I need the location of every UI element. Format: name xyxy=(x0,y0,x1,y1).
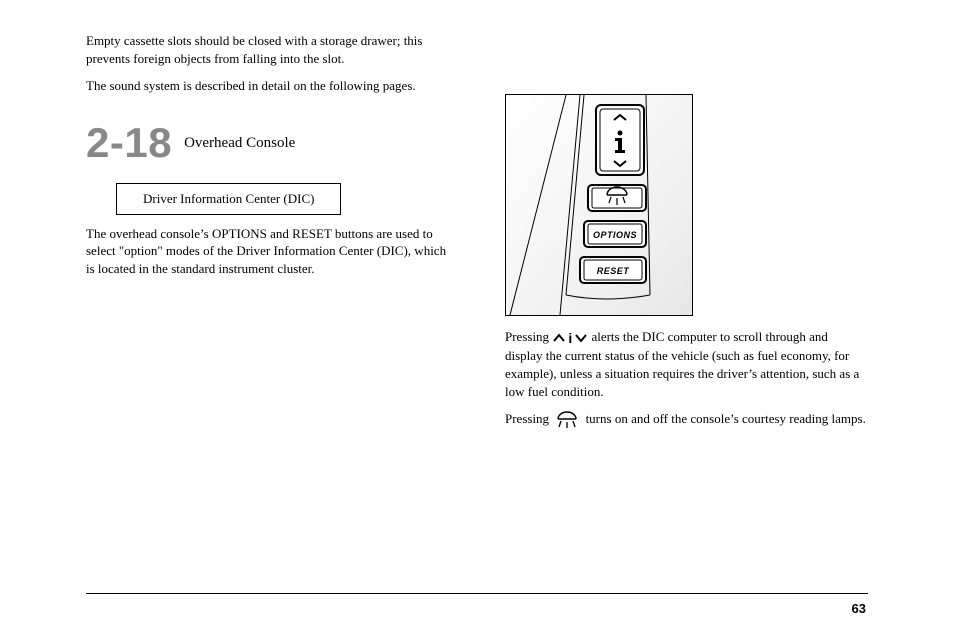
bulb-icon xyxy=(552,411,582,429)
svg-text:OPTIONS: OPTIONS xyxy=(593,230,637,240)
panel-info-button xyxy=(596,105,644,175)
info-nav-icon: i xyxy=(552,329,588,348)
section-title: Overhead Console xyxy=(184,133,295,153)
section-number: 2-18 xyxy=(86,115,172,172)
footer-rule xyxy=(86,593,868,594)
subhead-dic: Driver Information Center (DIC) xyxy=(116,183,341,215)
svg-text:RESET: RESET xyxy=(597,266,631,276)
paragraph-storage-drawer: Empty cassette slots should be closed wi… xyxy=(86,32,449,67)
paragraph-dic-description: The overhead console’s OPTIONS and RESET… xyxy=(86,225,449,278)
panel-light-button xyxy=(588,185,646,211)
panel-reset-button: RESET xyxy=(580,257,646,283)
paragraph-sound-system: The sound system is described in detail … xyxy=(86,77,449,95)
paragraph-light-button: Pressing turns on and off the console’s … xyxy=(505,410,868,429)
page-number: 63 xyxy=(852,600,866,618)
paragraph-info-button: Pressing i alerts the DIC computer to sc… xyxy=(505,328,868,400)
section-heading: 2-18 Overhead Console xyxy=(86,115,449,172)
overhead-console-figure: OPTIONS RESET xyxy=(505,94,693,316)
panel-options-button: OPTIONS xyxy=(584,221,646,247)
